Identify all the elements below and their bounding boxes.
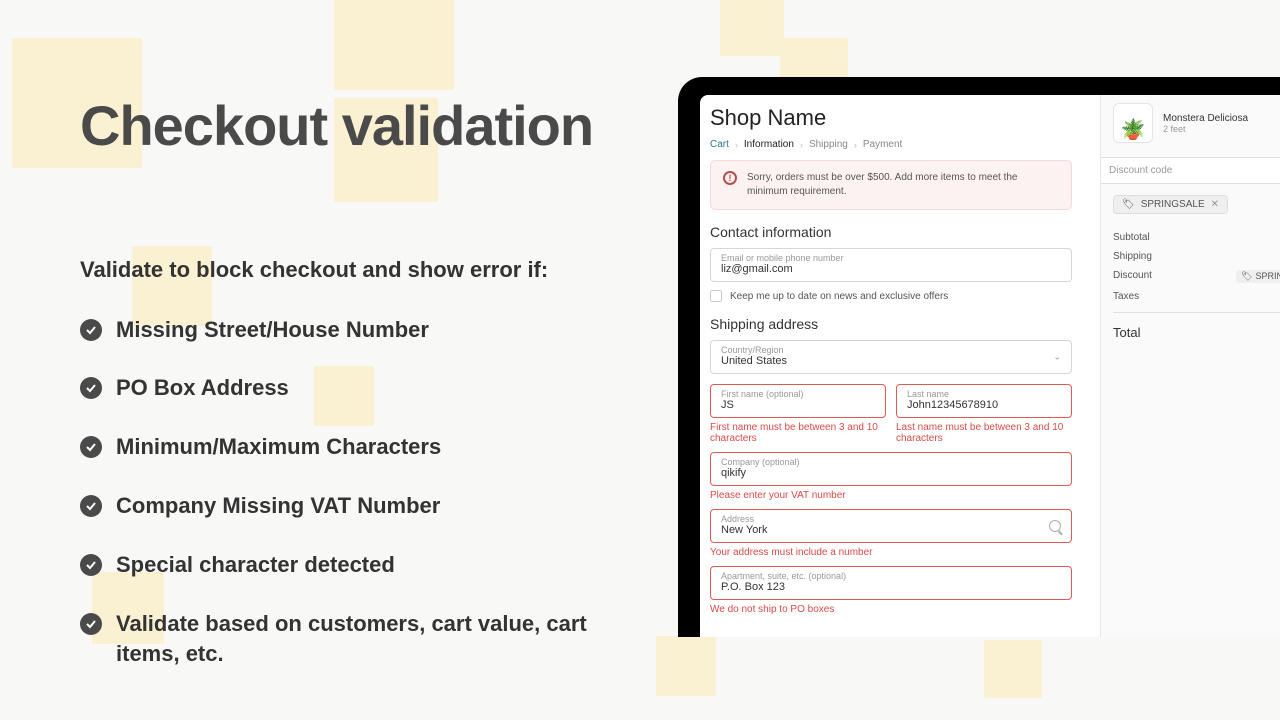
bullet-item: Missing Street/House Number — [80, 315, 630, 346]
check-icon — [80, 319, 102, 341]
minimum-order-alert: ! Sorry, orders must be over $500. Add m… — [710, 160, 1072, 210]
bullet-item: PO Box Address — [80, 373, 630, 404]
marketing-checkbox[interactable]: Keep me up to date on news and exclusive… — [710, 290, 1072, 302]
taxes-label: Taxes — [1113, 291, 1139, 302]
address-error: Your address must include a number — [710, 547, 1072, 558]
applied-discount-tag: 🏷SPRINGSALE — [1236, 270, 1280, 283]
chevron-down-icon: ⌄ — [1053, 352, 1061, 363]
apartment-error: We do not ship to PO boxes — [710, 604, 1072, 615]
product-name: Monstera Deliciosa — [1163, 113, 1248, 124]
lastname-field[interactable]: Last name John12345678910 — [896, 384, 1072, 418]
check-icon — [80, 436, 102, 458]
tablet-frame: Shop Name Cart › Information › Shipping … — [678, 77, 1280, 637]
chevron-right-icon: › — [800, 140, 803, 150]
alert-icon: ! — [723, 171, 737, 185]
firstname-error: First name must be between 3 and 10 char… — [710, 422, 886, 444]
company-error: Please enter your VAT number — [710, 490, 1072, 501]
check-icon — [80, 613, 102, 635]
crumb-shipping: Shipping — [809, 139, 848, 150]
crumb-cart[interactable]: Cart — [710, 139, 729, 150]
discount-label: Discount — [1113, 270, 1152, 283]
country-select[interactable]: Country/Region United States ⌄ — [710, 340, 1072, 374]
firstname-field[interactable]: First name (optional) JS — [710, 384, 886, 418]
chevron-right-icon: › — [735, 140, 738, 150]
discount-chip: 🏷 SPRINGSALE ✕ — [1113, 195, 1228, 214]
page-subheading: Validate to block checkout and show erro… — [80, 257, 630, 283]
bullet-item: Company Missing VAT Number — [80, 491, 630, 522]
subtotal-label: Subtotal — [1113, 232, 1150, 243]
page-heading: Checkout validation — [80, 95, 630, 157]
cart-item: 🪴 Monstera Deliciosa 2 feet — [1113, 103, 1280, 143]
bullet-item: Special character detected — [80, 550, 630, 581]
email-field[interactable]: Email or mobile phone number liz@gmail.c… — [710, 248, 1072, 282]
address-field[interactable]: Address New York — [710, 509, 1072, 543]
shop-name: Shop Name — [710, 105, 1072, 131]
tag-icon: 🏷 — [1241, 271, 1252, 282]
chevron-right-icon: › — [854, 140, 857, 150]
check-icon — [80, 495, 102, 517]
checkbox-icon — [710, 290, 722, 302]
check-icon — [80, 377, 102, 399]
contact-heading: Contact information — [710, 224, 1072, 240]
product-thumbnail: 🪴 — [1113, 103, 1153, 143]
bullet-item: Minimum/Maximum Characters — [80, 432, 630, 463]
apartment-field[interactable]: Apartment, suite, etc. (optional) P.O. B… — [710, 566, 1072, 600]
breadcrumb: Cart › Information › Shipping › Payment — [710, 139, 1072, 150]
crumb-information[interactable]: Information — [744, 139, 794, 150]
discount-input[interactable]: Discount code — [1101, 157, 1280, 184]
tag-icon: 🏷 — [1122, 199, 1135, 210]
check-icon — [80, 554, 102, 576]
shipping-label: Shipping — [1113, 251, 1152, 262]
total-label: Total — [1113, 325, 1140, 340]
bullet-item: Validate based on customers, cart value,… — [80, 609, 630, 671]
company-field[interactable]: Company (optional) qikify — [710, 452, 1072, 486]
product-variant: 2 feet — [1163, 124, 1248, 134]
search-icon — [1049, 520, 1061, 532]
crumb-payment: Payment — [863, 139, 902, 150]
shipping-heading: Shipping address — [710, 316, 1072, 332]
remove-discount-button[interactable]: ✕ — [1211, 199, 1219, 210]
lastname-error: Last name must be between 3 and 10 chara… — [896, 422, 1072, 444]
